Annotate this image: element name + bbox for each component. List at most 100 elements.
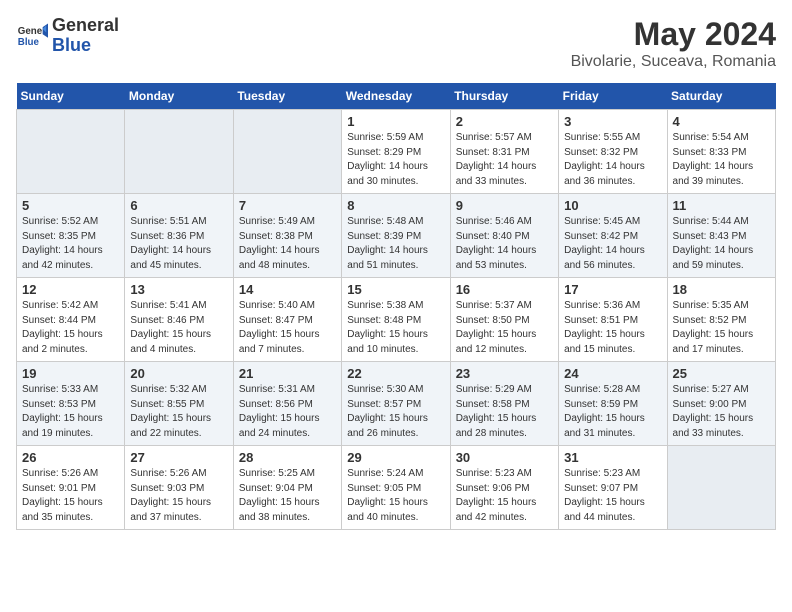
day-cell: 28 Sunrise: 5:25 AMSunset: 9:04 PMDayligh…	[233, 446, 341, 530]
day-cell: 2 Sunrise: 5:57 AMSunset: 8:31 PMDaylight…	[450, 110, 558, 194]
day-number: 28	[239, 450, 336, 465]
day-cell: 1Sunrise: 5:59 AMSunset: 8:29 PMDaylight…	[342, 110, 450, 194]
calendar-body: 1Sunrise: 5:59 AMSunset: 8:29 PMDaylight…	[17, 110, 776, 530]
week-row-5: 26 Sunrise: 5:26 AMSunset: 9:01 PMDayligh…	[17, 446, 776, 530]
day-cell: 21 Sunrise: 5:31 AMSunset: 8:56 PMDayligh…	[233, 362, 341, 446]
day-cell: 10 Sunrise: 5:45 AMSunset: 8:42 PMDayligh…	[559, 194, 667, 278]
day-cell: 22Sunrise: 5:30 AMSunset: 8:57 PMDayligh…	[342, 362, 450, 446]
day-detail: Sunrise: 5:32 AMSunset: 8:55 PMDaylight:…	[130, 383, 227, 441]
week-row-3: 12 Sunrise: 5:42 AMSunset: 8:44 PMDayligh…	[17, 278, 776, 362]
day-cell: 3 Sunrise: 5:55 AMSunset: 8:32 PMDaylight…	[559, 110, 667, 194]
day-cell: 4Sunrise: 5:54 AMSunset: 8:33 PMDaylight…	[667, 110, 775, 194]
day-detail: Sunrise: 5:26 AMSunset: 9:01 PMDaylight:…	[22, 467, 119, 525]
day-detail: Sunrise: 5:45 AMSunset: 8:42 PMDaylight:…	[564, 215, 661, 273]
subtitle: Bivolarie, Suceava, Romania	[571, 53, 776, 71]
day-number: 25	[673, 366, 770, 381]
day-detail: Sunrise: 5:37 AMSunset: 8:50 PMDaylight:…	[456, 299, 553, 357]
day-cell: 17Sunrise: 5:36 AMSunset: 8:51 PMDayligh…	[559, 278, 667, 362]
calendar-header: SundayMondayTuesdayWednesdayThursdayFrid…	[17, 83, 776, 110]
day-cell: 6Sunrise: 5:51 AMSunset: 8:36 PMDaylight…	[125, 194, 233, 278]
day-detail: Sunrise: 5:42 AMSunset: 8:44 PMDaylight:…	[22, 299, 119, 357]
header-row: SundayMondayTuesdayWednesdayThursdayFrid…	[17, 83, 776, 110]
day-cell: 18 Sunrise: 5:35 AMSunset: 8:52 PMDayligh…	[667, 278, 775, 362]
day-cell	[233, 110, 341, 194]
day-cell	[17, 110, 125, 194]
day-detail: Sunrise: 5:31 AMSunset: 8:56 PMDaylight:…	[239, 383, 336, 441]
header-cell-thursday: Thursday	[450, 83, 558, 110]
day-number: 8	[347, 198, 444, 213]
day-cell: 14Sunrise: 5:40 AMSunset: 8:47 PMDayligh…	[233, 278, 341, 362]
header-cell-friday: Friday	[559, 83, 667, 110]
week-row-1: 1Sunrise: 5:59 AMSunset: 8:29 PMDaylight…	[17, 110, 776, 194]
day-detail: Sunrise: 5:25 AMSunset: 9:04 PMDaylight:…	[239, 467, 336, 525]
calendar-table: SundayMondayTuesdayWednesdayThursdayFrid…	[16, 83, 776, 530]
day-detail: Sunrise: 5:35 AMSunset: 8:52 PMDaylight:…	[673, 299, 770, 357]
day-cell: 15 Sunrise: 5:38 AMSunset: 8:48 PMDayligh…	[342, 278, 450, 362]
day-cell	[667, 446, 775, 530]
day-detail: Sunrise: 5:55 AMSunset: 8:32 PMDaylight:…	[564, 131, 661, 189]
day-detail: Sunrise: 5:59 AMSunset: 8:29 PMDaylight:…	[347, 131, 444, 189]
day-number: 22	[347, 366, 444, 381]
day-cell: 29Sunrise: 5:24 AMSunset: 9:05 PMDayligh…	[342, 446, 450, 530]
day-detail: Sunrise: 5:57 AMSunset: 8:31 PMDaylight:…	[456, 131, 553, 189]
day-cell: 30Sunrise: 5:23 AMSunset: 9:06 PMDayligh…	[450, 446, 558, 530]
day-detail: Sunrise: 5:40 AMSunset: 8:47 PMDaylight:…	[239, 299, 336, 357]
day-detail: Sunrise: 5:54 AMSunset: 8:33 PMDaylight:…	[673, 131, 770, 189]
day-number: 31	[564, 450, 661, 465]
day-number: 5	[22, 198, 119, 213]
logo-text-blue: Blue	[52, 36, 119, 56]
page-header: General Blue General Blue May 2024 Bivol…	[16, 16, 776, 71]
day-cell: 23 Sunrise: 5:29 AMSunset: 8:58 PMDayligh…	[450, 362, 558, 446]
day-number: 15	[347, 282, 444, 297]
day-cell: 27Sunrise: 5:26 AMSunset: 9:03 PMDayligh…	[125, 446, 233, 530]
day-cell: 13Sunrise: 5:41 AMSunset: 8:46 PMDayligh…	[125, 278, 233, 362]
day-cell	[125, 110, 233, 194]
day-detail: Sunrise: 5:23 AMSunset: 9:07 PMDaylight:…	[564, 467, 661, 525]
header-cell-saturday: Saturday	[667, 83, 775, 110]
day-detail: Sunrise: 5:48 AMSunset: 8:39 PMDaylight:…	[347, 215, 444, 273]
day-number: 21	[239, 366, 336, 381]
week-row-2: 5 Sunrise: 5:52 AMSunset: 8:35 PMDaylight…	[17, 194, 776, 278]
day-detail: Sunrise: 5:49 AMSunset: 8:38 PMDaylight:…	[239, 215, 336, 273]
day-detail: Sunrise: 5:26 AMSunset: 9:03 PMDaylight:…	[130, 467, 227, 525]
day-detail: Sunrise: 5:51 AMSunset: 8:36 PMDaylight:…	[130, 215, 227, 273]
header-cell-sunday: Sunday	[17, 83, 125, 110]
day-number: 18	[673, 282, 770, 297]
day-detail: Sunrise: 5:28 AMSunset: 8:59 PMDaylight:…	[564, 383, 661, 441]
title-block: May 2024 Bivolarie, Suceava, Romania	[571, 16, 776, 71]
day-cell: 20Sunrise: 5:32 AMSunset: 8:55 PMDayligh…	[125, 362, 233, 446]
day-number: 10	[564, 198, 661, 213]
header-cell-tuesday: Tuesday	[233, 83, 341, 110]
header-cell-monday: Monday	[125, 83, 233, 110]
day-number: 24	[564, 366, 661, 381]
day-number: 3	[564, 114, 661, 129]
main-title: May 2024	[571, 16, 776, 53]
day-cell: 7 Sunrise: 5:49 AMSunset: 8:38 PMDaylight…	[233, 194, 341, 278]
day-number: 9	[456, 198, 553, 213]
day-detail: Sunrise: 5:52 AMSunset: 8:35 PMDaylight:…	[22, 215, 119, 273]
day-cell: 16 Sunrise: 5:37 AMSunset: 8:50 PMDayligh…	[450, 278, 558, 362]
day-cell: 9 Sunrise: 5:46 AMSunset: 8:40 PMDaylight…	[450, 194, 558, 278]
day-number: 17	[564, 282, 661, 297]
day-detail: Sunrise: 5:38 AMSunset: 8:48 PMDaylight:…	[347, 299, 444, 357]
day-cell: 26 Sunrise: 5:26 AMSunset: 9:01 PMDayligh…	[17, 446, 125, 530]
day-number: 23	[456, 366, 553, 381]
day-number: 16	[456, 282, 553, 297]
day-detail: Sunrise: 5:46 AMSunset: 8:40 PMDaylight:…	[456, 215, 553, 273]
day-number: 26	[22, 450, 119, 465]
day-number: 12	[22, 282, 119, 297]
day-cell: 31 Sunrise: 5:23 AMSunset: 9:07 PMDayligh…	[559, 446, 667, 530]
day-number: 19	[22, 366, 119, 381]
logo: General Blue General Blue	[16, 16, 119, 56]
day-detail: Sunrise: 5:44 AMSunset: 8:43 PMDaylight:…	[673, 215, 770, 273]
day-cell: 24 Sunrise: 5:28 AMSunset: 8:59 PMDayligh…	[559, 362, 667, 446]
day-number: 2	[456, 114, 553, 129]
day-cell: 25Sunrise: 5:27 AMSunset: 9:00 PMDayligh…	[667, 362, 775, 446]
day-detail: Sunrise: 5:29 AMSunset: 8:58 PMDaylight:…	[456, 383, 553, 441]
day-number: 7	[239, 198, 336, 213]
day-number: 13	[130, 282, 227, 297]
logo-icon: General Blue	[16, 20, 48, 52]
week-row-4: 19 Sunrise: 5:33 AMSunset: 8:53 PMDayligh…	[17, 362, 776, 446]
day-detail: Sunrise: 5:33 AMSunset: 8:53 PMDaylight:…	[22, 383, 119, 441]
svg-text:Blue: Blue	[18, 37, 40, 48]
